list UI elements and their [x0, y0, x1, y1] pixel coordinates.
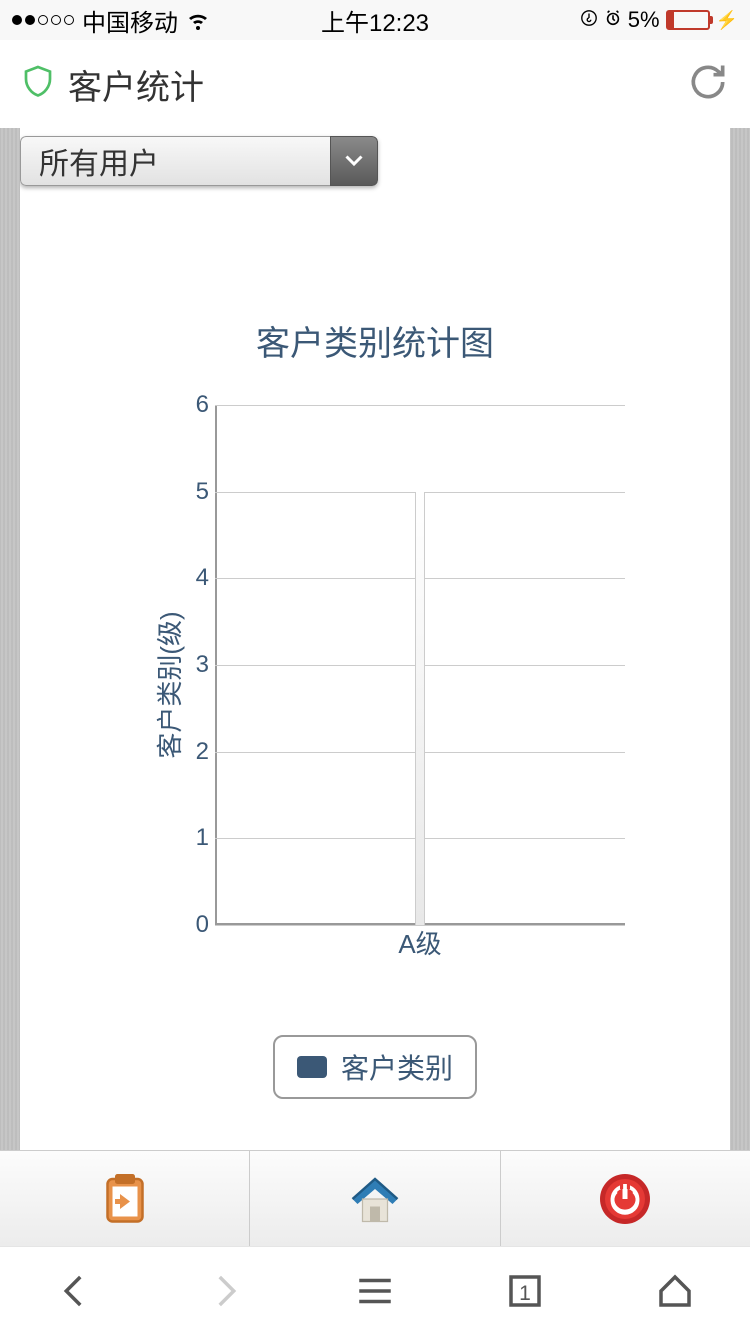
- nav-home-button[interactable]: [600, 1247, 750, 1334]
- y-tick-label: 4: [185, 564, 209, 592]
- y-tick-label: 2: [185, 738, 209, 766]
- alarm-icon: [604, 7, 622, 33]
- charging-icon: ⚡: [716, 10, 738, 31]
- rotation-lock-icon: [580, 7, 598, 33]
- chart-bar: [415, 492, 425, 925]
- battery-percent: 5%: [628, 7, 660, 33]
- dropdown-selected-label: 所有用户: [20, 136, 330, 186]
- chevron-down-icon: [330, 136, 378, 186]
- status-left: 中国移动: [12, 3, 210, 38]
- chart-title: 客户类别统计图: [20, 316, 730, 365]
- legend-swatch: [297, 1056, 327, 1078]
- browser-nav: 1: [0, 1246, 750, 1334]
- y-tick-label: 0: [185, 911, 209, 939]
- status-right: 5% ⚡: [580, 7, 738, 33]
- chart-plot: 客户类别(级) 0123456A级: [125, 405, 625, 965]
- home-button[interactable]: [250, 1151, 500, 1246]
- nav-forward-button[interactable]: [150, 1247, 300, 1334]
- status-bar: 中国移动 上午12:23 5% ⚡: [0, 0, 750, 40]
- page-title: 客户统计: [68, 60, 204, 109]
- back-clipboard-button[interactable]: [0, 1151, 250, 1246]
- status-time: 上午12:23: [321, 3, 429, 38]
- legend-label: 客户类别: [341, 1047, 453, 1087]
- power-button[interactable]: [501, 1151, 750, 1246]
- refresh-button[interactable]: [686, 60, 730, 109]
- y-axis-label: 客户类别(级): [150, 611, 187, 758]
- chart-legend: 客户类别: [273, 1035, 477, 1099]
- nav-menu-button[interactable]: [300, 1247, 450, 1334]
- x-tick-label: A级: [398, 924, 441, 961]
- y-tick-label: 1: [185, 824, 209, 852]
- y-tick-label: 6: [185, 391, 209, 419]
- toolbar: [0, 1150, 750, 1246]
- content-area: 所有用户 客户类别统计图 客户类别(级) 0123456A级 客户类别 客户贡献…: [0, 128, 750, 1150]
- gridline: [215, 405, 625, 406]
- signal-strength-icon: [12, 15, 74, 25]
- nav-back-button[interactable]: [0, 1247, 150, 1334]
- y-tick-label: 5: [185, 478, 209, 506]
- svg-text:1: 1: [519, 1281, 531, 1304]
- y-tick-label: 3: [185, 651, 209, 679]
- battery-icon: [666, 10, 710, 30]
- app-header: 客户统计: [0, 40, 750, 128]
- shield-icon: [20, 64, 56, 105]
- wifi-icon: [186, 8, 210, 32]
- nav-tabs-button[interactable]: 1: [450, 1247, 600, 1334]
- user-filter-dropdown[interactable]: 所有用户: [20, 136, 378, 186]
- carrier-label: 中国移动: [82, 3, 178, 38]
